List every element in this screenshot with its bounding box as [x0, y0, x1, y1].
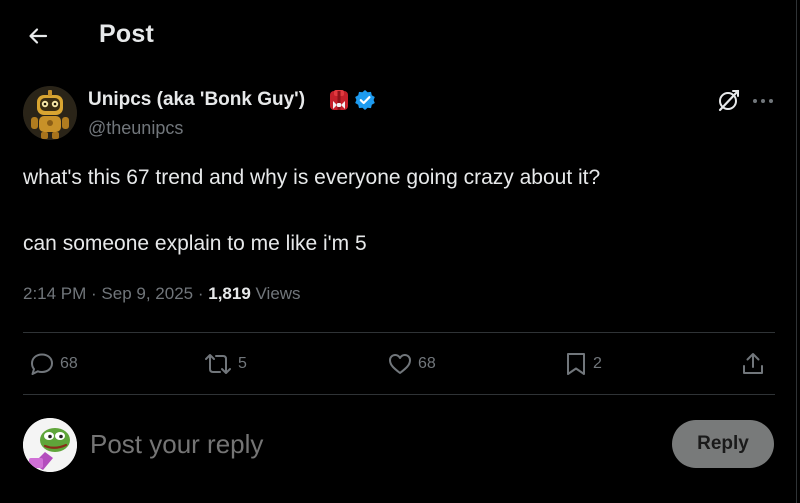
- comment-icon: [31, 353, 53, 375]
- views-count[interactable]: 1,819: [208, 284, 251, 303]
- robot-avatar-image: [23, 86, 77, 140]
- meta-separator: ·: [86, 284, 102, 303]
- divider: [23, 394, 775, 395]
- author-handle[interactable]: @theunipcs: [88, 118, 183, 139]
- frog-avatar-image: [23, 418, 77, 472]
- column-border: [796, 0, 797, 503]
- repost-icon: [205, 354, 231, 374]
- views-label: Views: [250, 284, 301, 303]
- author-avatar[interactable]: [23, 86, 77, 140]
- repost-action[interactable]: 5: [203, 349, 247, 379]
- repost-count: 5: [238, 355, 247, 372]
- bookmark-icon: [567, 353, 585, 375]
- bookmark-action[interactable]: 2: [564, 349, 602, 379]
- reply-input[interactable]: [90, 428, 650, 460]
- gift-box-icon: [330, 90, 348, 110]
- reply-count: 68: [60, 355, 78, 372]
- current-user-avatar[interactable]: [23, 418, 77, 472]
- meta-separator: ·: [193, 284, 209, 303]
- post-text-line-2: can someone explain to me like i'm 5: [23, 232, 367, 255]
- post-text-line-1: what's this 67 trend and why is everyone…: [23, 166, 601, 189]
- post-metadata: 2:14 PM · Sep 9, 2025 · 1,819 Views: [23, 284, 301, 304]
- bookmark-count: 2: [593, 355, 602, 372]
- like-action[interactable]: 68: [387, 349, 436, 379]
- verified-check-icon: [355, 90, 375, 110]
- grok-icon: [718, 89, 740, 112]
- post-date[interactable]: Sep 9, 2025: [101, 284, 193, 303]
- share-action[interactable]: [740, 349, 766, 379]
- post-time[interactable]: 2:14 PM: [23, 284, 86, 303]
- divider: [23, 332, 775, 333]
- arrow-left-icon: [29, 28, 48, 44]
- like-count: 68: [418, 355, 436, 372]
- heart-icon: [389, 354, 411, 374]
- reply-button[interactable]: Reply: [672, 420, 774, 468]
- reply-action[interactable]: 68: [29, 349, 78, 379]
- post-detail-view: Post Unipcs (aka 'Bonk Guy') @theunipcs …: [0, 0, 800, 503]
- more-options-button[interactable]: [750, 88, 776, 114]
- author-name[interactable]: Unipcs (aka 'Bonk Guy'): [88, 89, 305, 111]
- verified-badge[interactable]: [354, 89, 376, 111]
- more-icon: [753, 99, 773, 103]
- grok-button[interactable]: [716, 87, 742, 113]
- page-header: Post: [0, 0, 796, 74]
- share-icon: [743, 353, 763, 374]
- affiliate-badge[interactable]: [327, 88, 351, 112]
- back-button[interactable]: [22, 20, 54, 52]
- page-title: Post: [99, 20, 154, 48]
